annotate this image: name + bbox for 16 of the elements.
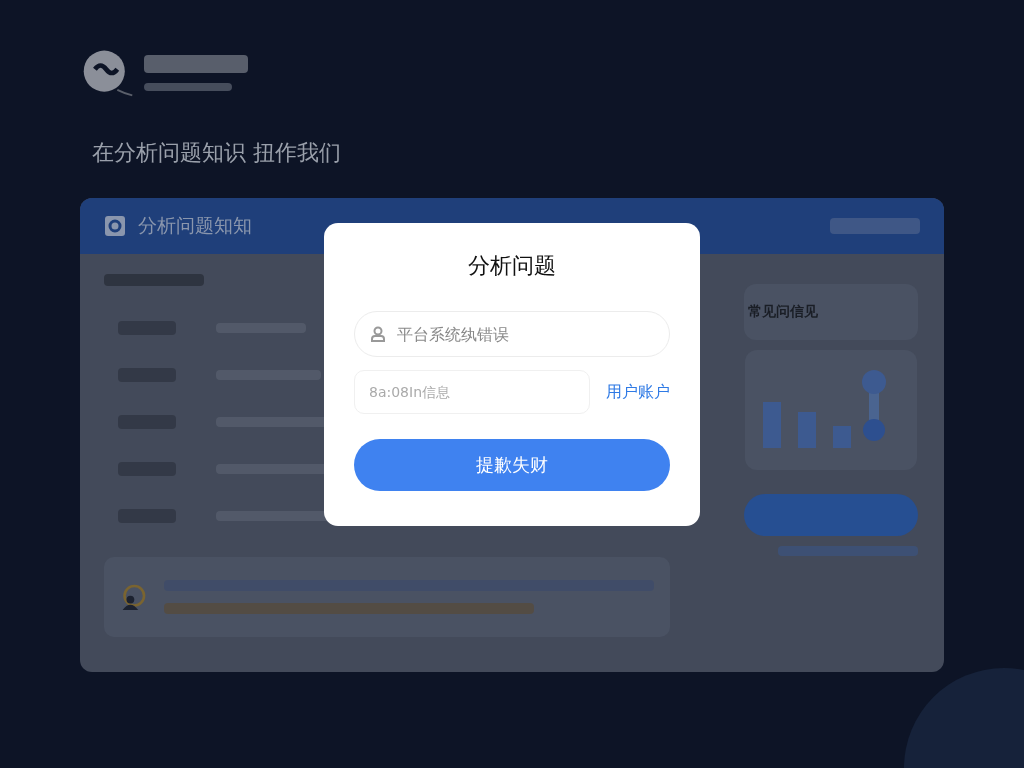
card-title: 分析问题知知 — [138, 213, 252, 238]
side-panel-title: 常见问信见 — [748, 303, 818, 321]
chart-bar — [763, 402, 781, 448]
dialog-title: 分析问题 — [467, 252, 557, 280]
search-field[interactable]: 平台系统纨错误 — [354, 311, 670, 357]
info-field[interactable]: 8a:08In信息 — [354, 370, 590, 414]
submit-button[interactable]: 提歉失财 — [354, 439, 670, 491]
chart-dot — [863, 419, 885, 441]
user-icon — [370, 326, 386, 342]
account-link[interactable]: 用户账户 — [606, 381, 670, 403]
side-button[interactable] — [744, 494, 918, 536]
chart-bar — [798, 412, 816, 448]
chart-dot — [862, 370, 886, 394]
page-heading: 在分析问题知识 扭作我们 — [91, 139, 342, 167]
window-icon — [104, 215, 126, 237]
chart-bar — [833, 426, 851, 448]
